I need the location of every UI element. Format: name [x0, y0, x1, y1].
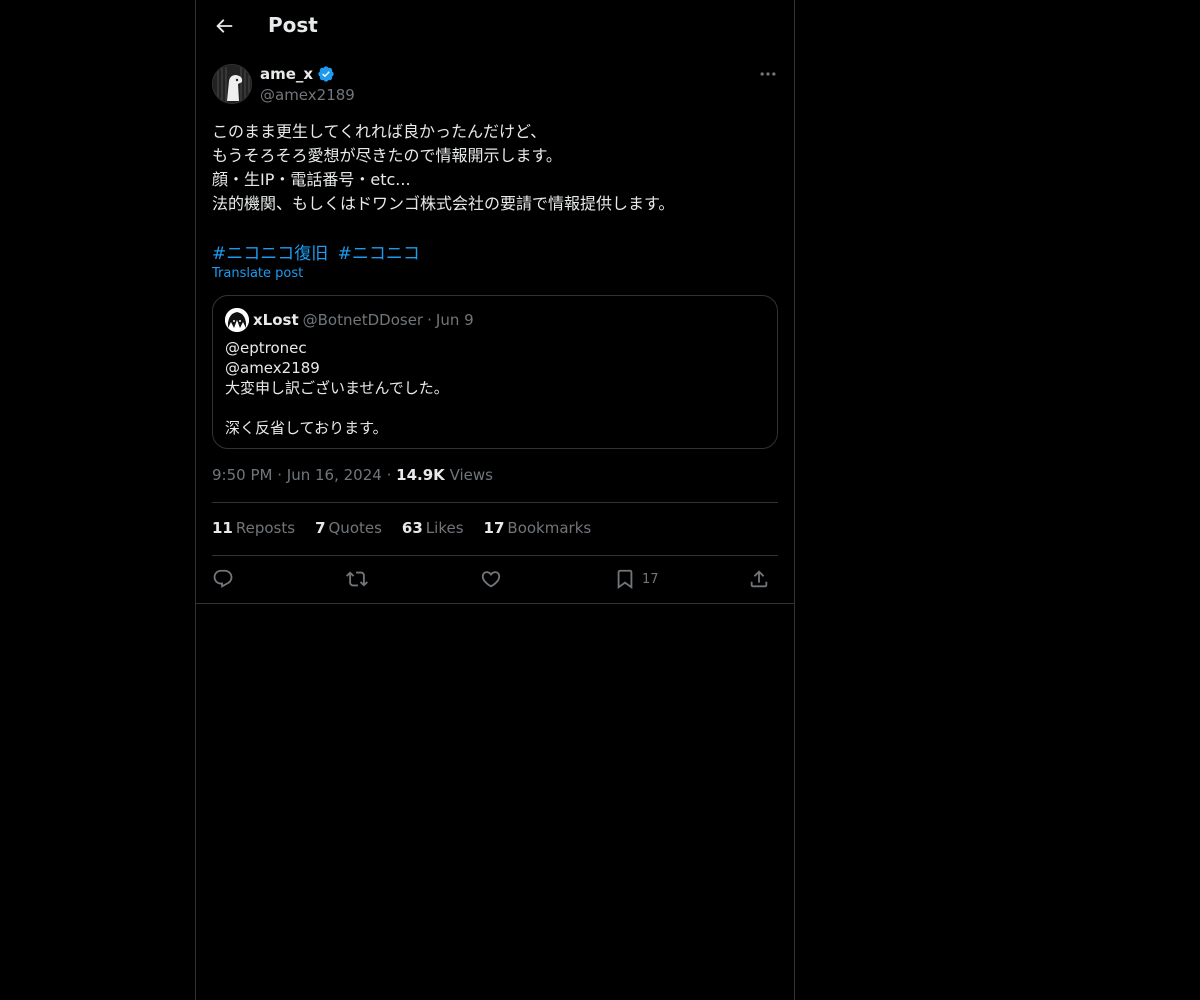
- like-button[interactable]: [480, 567, 502, 591]
- post-line: 顔・生IP・電話番号・etc...: [212, 170, 411, 189]
- bookmarks-label: Bookmarks: [507, 519, 592, 537]
- reply-button[interactable]: [212, 567, 234, 591]
- reposts-count: 11: [212, 519, 233, 537]
- separator-dot: ·: [427, 311, 432, 329]
- share-icon: [750, 570, 768, 588]
- post-line: もうそろそろ愛想が尽きたので情報開示します。: [212, 146, 562, 165]
- repost-icon: [346, 571, 368, 587]
- views-label: Views: [449, 466, 493, 484]
- header-bar: Post: [196, 0, 794, 53]
- post-meta: 9:50 PM · Jun 16, 2024 · 14.9K Views: [212, 466, 493, 484]
- verified-badge-icon: [318, 66, 334, 82]
- likes-stat[interactable]: 63 Likes: [402, 519, 464, 537]
- post-text: このまま更生してくれれば良かったんだけど、 もうそろそろ愛想が尽きたので情報開示…: [212, 120, 778, 216]
- hashtag-link[interactable]: #ニコニコ復旧: [212, 244, 328, 264]
- engagement-stats: 11 Reposts 7 Quotes 63 Likes 17 Bookmarks: [212, 519, 591, 537]
- post-date[interactable]: Jun 16, 2024: [287, 466, 382, 484]
- reply-icon: [213, 569, 233, 588]
- quoted-handle: @BotnetDDoser: [302, 311, 424, 329]
- bookmark-count: 17: [642, 571, 659, 587]
- divider: [212, 555, 778, 556]
- bookmark-button[interactable]: 17: [614, 567, 659, 591]
- quoted-avatar: [225, 308, 249, 332]
- avatar-image: [213, 65, 251, 103]
- divider: [196, 603, 794, 604]
- quoted-display-name: xLost: [253, 311, 299, 329]
- quotes-count: 7: [315, 519, 326, 537]
- quoted-avatar-image: [225, 308, 249, 332]
- hashtags: #ニコニコ復旧 #ニコニコ: [212, 239, 424, 264]
- quoted-line: [225, 398, 449, 418]
- likes-label: Likes: [425, 519, 464, 537]
- display-name[interactable]: ame_x: [260, 65, 313, 83]
- quoted-post-header: xLost @BotnetDDoser · Jun 9: [225, 308, 474, 332]
- author-block: ame_x @amex2189: [212, 64, 778, 108]
- post-line: このまま更生してくれれば良かったんだけど、: [212, 122, 547, 141]
- quoted-line: @eptronec: [225, 339, 307, 357]
- reposts-label: Reposts: [235, 519, 296, 537]
- views-count: 14.9K: [396, 466, 445, 484]
- quoted-line: 深く反省しております。: [225, 419, 388, 437]
- author-handle[interactable]: @amex2189: [260, 86, 355, 104]
- arrow-left-icon[interactable]: [213, 15, 235, 37]
- post-column: Post ame_x @amex2189 このまま更生してくれれば良かったんだけ…: [195, 0, 795, 1000]
- quoted-line: 大変申し訳ございませんでした。: [225, 379, 449, 397]
- bookmarks-stat[interactable]: 17 Bookmarks: [484, 519, 592, 537]
- share-button[interactable]: [748, 567, 770, 591]
- quoted-post[interactable]: xLost @BotnetDDoser · Jun 9 @eptronec @a…: [212, 295, 778, 449]
- quotes-stat[interactable]: 7 Quotes: [315, 519, 382, 537]
- name-row: ame_x: [260, 65, 335, 83]
- likes-count: 63: [401, 519, 423, 537]
- repost-button[interactable]: [346, 567, 368, 591]
- heart-icon: [481, 571, 501, 588]
- quoted-text: @eptronec @amex2189 大変申し訳ございませんでした。 深く反省…: [225, 338, 449, 438]
- post-line: 法的機関、もしくはドワンゴ株式会社の要請で情報提供します。: [212, 194, 675, 213]
- bookmark-icon: [617, 569, 633, 590]
- separator-dot: ·: [277, 466, 283, 484]
- avatar[interactable]: [212, 64, 252, 104]
- bookmarks-count: 17: [483, 519, 505, 537]
- quotes-label: Quotes: [328, 519, 382, 537]
- reposts-stat[interactable]: 11 Reposts: [212, 519, 295, 537]
- action-bar: 17: [212, 567, 778, 593]
- divider: [212, 502, 778, 503]
- quoted-date: Jun 9: [435, 311, 474, 329]
- post-time[interactable]: 9:50 PM: [212, 466, 272, 484]
- hashtag-link[interactable]: #ニコニコ: [338, 244, 420, 264]
- more-horizontal-icon[interactable]: [758, 64, 778, 84]
- page-title: Post: [268, 13, 318, 37]
- translate-post-link[interactable]: Translate post: [212, 266, 303, 281]
- separator-dot: ·: [386, 466, 392, 484]
- quoted-line: @amex2189: [225, 359, 320, 377]
